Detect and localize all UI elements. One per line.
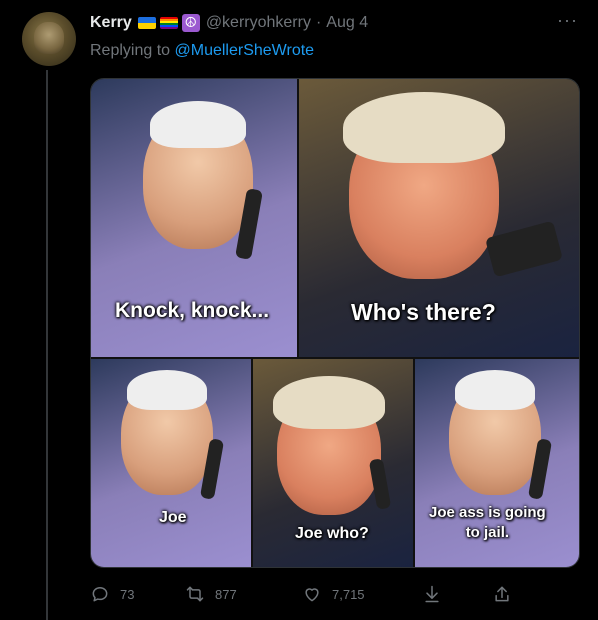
share-icon xyxy=(495,586,509,602)
meme-panel-4: Joe who? xyxy=(253,359,413,567)
more-options-icon[interactable]: ··· xyxy=(557,10,578,31)
caption-knock: Knock, knock... xyxy=(115,299,270,322)
tweet: Kerry ☮ @kerryohkerry · Aug 4 ··· Replyi… xyxy=(0,0,598,620)
replying-to: Replying to @MuellerSheWrote xyxy=(90,42,314,60)
replying-prefix: Replying to xyxy=(90,42,175,59)
face-image xyxy=(343,92,505,279)
phone-image xyxy=(485,220,563,278)
thread-line xyxy=(46,70,48,620)
ukraine-flag-icon xyxy=(137,17,156,29)
mention-link[interactable]: @MuellerSheWrote xyxy=(175,42,315,59)
face-image xyxy=(143,100,253,249)
caption-punchline: Joe ass is going to jail. xyxy=(429,503,546,543)
caption-whos-there: Who's there? xyxy=(351,299,496,325)
caption-joe: Joe xyxy=(159,509,187,526)
meme-panel-1: Knock, knock... xyxy=(91,79,297,357)
caption-punchline-line1: Joe ass is going xyxy=(429,504,546,521)
peace-icon: ☮ xyxy=(181,14,200,32)
face-image xyxy=(449,369,541,495)
avatar[interactable] xyxy=(22,12,76,66)
phone-image xyxy=(368,458,392,510)
tweet-actions: 73 877 7,715 xyxy=(90,580,520,608)
separator: · xyxy=(315,14,322,31)
reply-count: 73 xyxy=(120,586,135,602)
tweet-media[interactable]: Knock, knock... Who's there? Joe Joe who… xyxy=(90,78,580,568)
face-image xyxy=(272,376,386,515)
caption-punchline-line2: to jail. xyxy=(465,524,510,541)
tweet-date[interactable]: Aug 4 xyxy=(326,14,368,32)
meme-panel-3: Joe xyxy=(91,359,251,567)
face-image xyxy=(121,369,213,495)
retweet-icon xyxy=(186,586,204,602)
caption-joe-who: Joe who? xyxy=(295,525,369,542)
retweet-count: 877 xyxy=(215,586,237,602)
meme-panel-5: Joe ass is going to jail. xyxy=(415,359,579,567)
user-handle[interactable]: @kerryohkerry xyxy=(206,14,311,32)
reply-icon xyxy=(92,587,108,602)
bookmark-download-button[interactable] xyxy=(422,580,442,608)
retweet-button[interactable]: 877 xyxy=(185,580,237,608)
display-name[interactable]: Kerry xyxy=(90,14,132,32)
heart-icon xyxy=(305,588,319,602)
like-count: 7,715 xyxy=(332,586,365,602)
meme-panel-2: Who's there? xyxy=(299,79,579,357)
like-button[interactable]: 7,715 xyxy=(302,580,365,608)
share-button[interactable] xyxy=(492,580,512,608)
tweet-header: Kerry ☮ @kerryohkerry · Aug 4 xyxy=(90,14,368,32)
reply-button[interactable]: 73 xyxy=(90,580,134,608)
download-icon xyxy=(425,585,439,603)
rainbow-flag-icon xyxy=(159,17,178,29)
